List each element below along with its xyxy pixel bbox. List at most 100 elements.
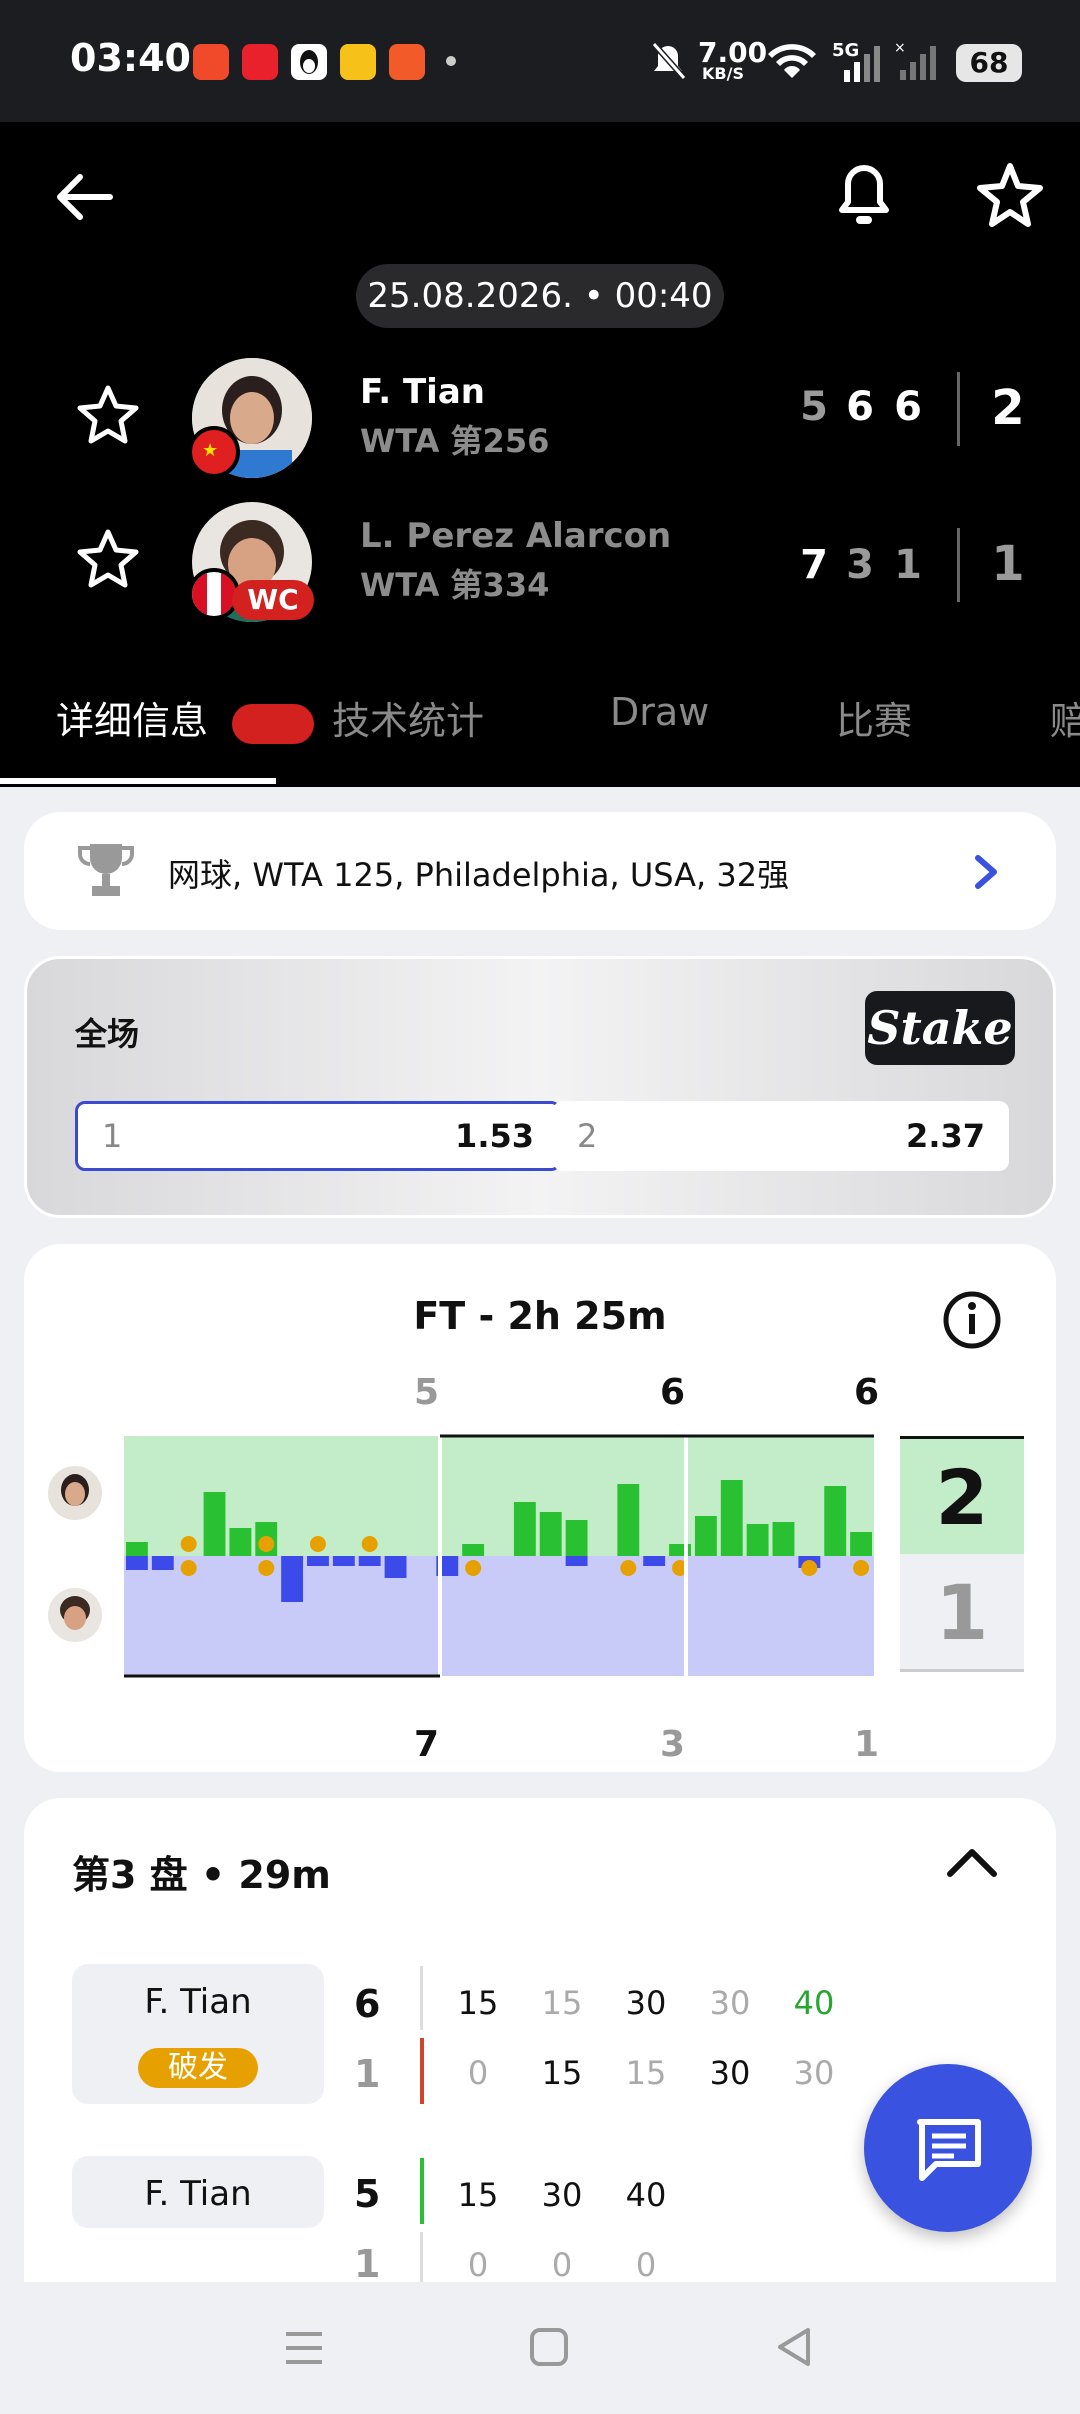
row2-top-point: 15 bbox=[457, 2176, 499, 2214]
momentum-bar-up bbox=[203, 1492, 226, 1556]
weibo-icon bbox=[340, 44, 376, 80]
set3-bottom-score: 1 bbox=[854, 1724, 880, 1765]
row2-divider-bottom bbox=[420, 2232, 423, 2282]
momentum-bar-up bbox=[539, 1512, 562, 1556]
row2-divider-top bbox=[420, 2158, 424, 2224]
momentum-bar-down bbox=[384, 1556, 407, 1578]
wildcard-badge: WC bbox=[232, 580, 314, 620]
odds-option-2-value: 2.37 bbox=[906, 1117, 985, 1155]
row1-top-point: 15 bbox=[457, 1984, 499, 2022]
break-point-marker bbox=[180, 1560, 197, 1576]
momentum-bar-down bbox=[565, 1556, 588, 1566]
momentum-bar-down bbox=[332, 1556, 355, 1566]
player2-rank: WTA 第334 bbox=[360, 566, 550, 604]
tab-odds[interactable]: 赔 bbox=[1050, 690, 1080, 745]
app-notification-icon-2 bbox=[389, 44, 425, 80]
row2-top-game: 5 bbox=[354, 2172, 381, 2216]
active-tab-indicator bbox=[0, 778, 276, 784]
home-icon[interactable] bbox=[528, 2326, 570, 2368]
row1-bottom-game: 1 bbox=[354, 2052, 381, 2096]
net-speed-unit: KB/S bbox=[702, 64, 744, 83]
momentum-bar-down bbox=[126, 1556, 148, 1570]
row1-top-point: 40 bbox=[793, 1984, 835, 2022]
odds-option-1[interactable]: 1 1.53 bbox=[75, 1101, 561, 1171]
system-nav-bar bbox=[0, 2282, 1080, 2414]
player1-total-sets: 2 bbox=[991, 380, 1025, 436]
break-badge: 破发 bbox=[138, 2048, 258, 2088]
signal-icon bbox=[844, 46, 880, 82]
svg-text:×: × bbox=[894, 40, 906, 56]
break-point-marker bbox=[853, 1560, 870, 1576]
qq-icon bbox=[291, 44, 327, 80]
player2-name[interactable]: L. Perez Alarcon bbox=[360, 516, 671, 556]
odds-option-2-key: 2 bbox=[577, 1117, 598, 1155]
momentum-bottom-area bbox=[124, 1556, 874, 1676]
back-arrow-icon[interactable] bbox=[50, 162, 120, 232]
player2-set1: 7 bbox=[800, 542, 828, 588]
trophy-icon bbox=[78, 844, 134, 896]
row1-divider-bottom bbox=[420, 2038, 424, 2104]
break-point-marker bbox=[465, 1560, 482, 1576]
bell-icon[interactable] bbox=[834, 160, 894, 232]
chevron-right-icon bbox=[975, 855, 997, 889]
break-point-marker bbox=[801, 1560, 818, 1576]
set1-bottom-score: 7 bbox=[414, 1724, 440, 1765]
tab-matches[interactable]: 比赛 bbox=[836, 690, 912, 745]
momentum-bar-up bbox=[126, 1542, 148, 1556]
odds-card: 全场 Stake 1 1.53 2 2.37 bbox=[24, 956, 1056, 1218]
momentum-bar-up bbox=[565, 1520, 588, 1556]
momentum-bar-up bbox=[850, 1532, 872, 1556]
score-divider bbox=[957, 372, 960, 446]
player1-name[interactable]: F. Tian bbox=[360, 372, 485, 412]
tournament-card[interactable]: 网球, WTA 125, Philadelphia, USA, 32强 bbox=[24, 812, 1056, 930]
momentum-bar-up bbox=[772, 1522, 795, 1556]
chat-fab-button[interactable] bbox=[864, 2064, 1032, 2232]
break-point-marker bbox=[620, 1560, 637, 1576]
player2-set3: 1 bbox=[894, 542, 922, 588]
tournament-name: 网球, WTA 125, Philadelphia, USA, 32强 bbox=[168, 856, 790, 894]
set1-top-score: 5 bbox=[414, 1372, 440, 1413]
tab-statistics[interactable]: 技术统计 bbox=[332, 690, 484, 745]
row2-top-point: 40 bbox=[625, 2176, 667, 2214]
player1-favorite-star-icon[interactable] bbox=[76, 384, 140, 448]
tab-draw[interactable]: Draw bbox=[610, 690, 709, 734]
momentum-bar-down bbox=[281, 1556, 304, 1602]
momentum-total-top: 2 bbox=[900, 1436, 1024, 1554]
row2-bottom-game: 1 bbox=[354, 2242, 381, 2286]
set2-top-score: 6 bbox=[660, 1372, 686, 1413]
row1-top-point: 30 bbox=[709, 1984, 751, 2022]
break-point-marker bbox=[258, 1536, 275, 1552]
break-point-marker bbox=[180, 1536, 197, 1552]
recent-apps-icon[interactable] bbox=[284, 2328, 324, 2368]
chat-icon bbox=[917, 2119, 981, 2181]
status-time: 03:40 bbox=[70, 36, 191, 80]
wifi-icon bbox=[768, 44, 816, 78]
back-nav-icon[interactable] bbox=[774, 2326, 814, 2368]
svg-text:★: ★ bbox=[202, 440, 218, 461]
odds-option-1-value: 1.53 bbox=[455, 1117, 534, 1155]
status-bar: 03:40 7.00 KB/S 5G × 68 bbox=[0, 0, 1080, 122]
momentum-card: FT - 2h 25m 5 6 6 7 3 1 2 1 bbox=[24, 1244, 1056, 1772]
tab-details[interactable]: 详细信息 bbox=[56, 690, 208, 745]
chevron-up-icon[interactable] bbox=[942, 1838, 1002, 1888]
row2-bottom-point: 0 bbox=[551, 2246, 573, 2284]
row1-top-game: 6 bbox=[354, 1982, 381, 2026]
odds-option-2[interactable]: 2 2.37 bbox=[553, 1101, 1009, 1171]
china-flag-icon: ★ bbox=[188, 426, 240, 478]
player2-favorite-star-icon[interactable] bbox=[76, 528, 140, 592]
stake-logo[interactable]: Stake bbox=[865, 991, 1015, 1065]
score-divider-2 bbox=[957, 528, 960, 602]
momentum-bar-up bbox=[462, 1544, 485, 1556]
favorite-star-icon[interactable] bbox=[975, 160, 1045, 230]
player1-set3: 6 bbox=[894, 384, 922, 430]
player1-set2: 6 bbox=[846, 384, 874, 430]
odds-option-1-key: 1 bbox=[102, 1117, 123, 1155]
momentum-bar-up bbox=[694, 1516, 717, 1556]
row2-bottom-point: 0 bbox=[467, 2246, 489, 2284]
mute-icon bbox=[651, 42, 687, 80]
row1-top-point: 15 bbox=[541, 1984, 583, 2022]
match-date-pill: 25.08.2026. • 00:40 bbox=[356, 264, 724, 328]
row1-server-name: F. Tian bbox=[144, 1982, 252, 2022]
row1-bottom-point: 30 bbox=[709, 2054, 751, 2092]
momentum-bar-up bbox=[617, 1484, 640, 1556]
